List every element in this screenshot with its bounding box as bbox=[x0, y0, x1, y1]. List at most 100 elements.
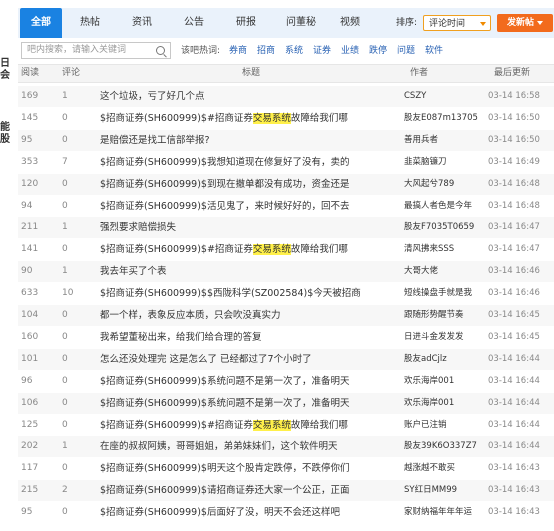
author-link[interactable]: 股友39K6O337Z7 bbox=[404, 436, 484, 457]
author-link[interactable]: CSZY bbox=[404, 86, 484, 107]
table-row[interactable]: 215 2 $招商证券(SH600999)$请招商证券还大家一个公正，正面 SY红日M… bbox=[18, 480, 554, 502]
table-row[interactable]: 141 0 $招商证券(SH600999)$#招商证券交易系统故障给我们哪 清风拂来S… bbox=[18, 239, 554, 260]
author-link[interactable]: 日进斗金发发发 bbox=[404, 327, 484, 348]
author-link[interactable]: 股友E087m13705 bbox=[404, 108, 484, 129]
table-row[interactable]: 160 0 我希望董秘出来，给我们给合理的答复 日进斗金发发发 03-14 16:45 bbox=[18, 327, 554, 348]
table-row[interactable]: 106 0 $招商证券(SH600999)$系统问题不是第一次了，准备明天 欢乐海岸0… bbox=[18, 392, 554, 414]
hot-word-link[interactable]: 证券 bbox=[313, 38, 331, 64]
hot-word-link[interactable]: 软件 bbox=[425, 38, 443, 64]
table-row[interactable]: 101 0 怎么还没处理完 这是怎么了 已经都过了7个小时了 股友adCjlz 03-1… bbox=[18, 348, 554, 370]
post-title-link[interactable]: $招商证券(SH600999)$活见鬼了，来时候好好的，回不去 bbox=[100, 196, 400, 217]
author-link[interactable]: 最搞人者色是今年 bbox=[404, 196, 484, 217]
author-link[interactable]: 韭菜脑镰刀 bbox=[404, 152, 484, 173]
table-row[interactable]: 202 1 在座的叔叔阿姨，哥哥姐姐，弟弟妹妹们，这个软件明天 股友39K6O337Z… bbox=[18, 436, 554, 458]
hot-word-link[interactable]: 券商 bbox=[229, 38, 247, 64]
table-row[interactable]: 633 10 $招商证券(SH600999)$$西陇科学(SZ002584)$今天被… bbox=[18, 283, 554, 304]
table-row[interactable]: 353 7 $招商证券(SH600999)$我想知道现在修复好了没有，卖的 韭菜脑镰刀… bbox=[18, 152, 554, 173]
tab-announcements[interactable]: 公告 bbox=[176, 8, 212, 38]
post-title-link[interactable]: $招商证券(SH600999)$系统问题不是第一次了，准备明天 bbox=[100, 371, 400, 392]
author-link[interactable]: 清风拂来SSS bbox=[404, 239, 484, 260]
tab-hot-posts[interactable]: 热帖 bbox=[72, 8, 108, 38]
author-link[interactable]: 股友F7035T0659 bbox=[404, 217, 484, 238]
last-updated-time: 03-14 16:44 bbox=[488, 375, 540, 386]
post-title-link[interactable]: 这个垃圾，亏了好几个点 bbox=[100, 86, 400, 107]
tab-ask-secretary[interactable]: 问董秘 bbox=[276, 8, 326, 38]
left-side-strip: 日 会 能 股 bbox=[0, 0, 18, 531]
author-link[interactable]: 大哥大佬 bbox=[404, 261, 484, 282]
comment-count: 0 bbox=[62, 200, 68, 211]
table-row[interactable]: 211 1 强烈要求赔偿损失 股友F7035T0659 03-14 16:47 bbox=[18, 217, 554, 239]
post-title-link[interactable]: $招商证券(SH600999)$请招商证券还大家一个公正，正面 bbox=[100, 480, 400, 501]
author-link[interactable]: 家财纳福年年年运 bbox=[404, 502, 484, 523]
hot-word-link[interactable]: 跌停 bbox=[369, 38, 387, 64]
table-row[interactable]: 95 0 $招商证券(SH600999)$后面好了没，明天不会还这样吧 家财纳福年年年… bbox=[18, 502, 554, 523]
sort-dropdown[interactable]: 评论时间 bbox=[423, 15, 491, 31]
comment-count: 0 bbox=[62, 419, 68, 430]
hot-word-link[interactable]: 招商 bbox=[257, 38, 275, 64]
table-row[interactable]: 117 0 $招商证券(SH600999)$明天这个股肯定跌停，不跌停你们 越涨越不敢… bbox=[18, 458, 554, 479]
tab-news[interactable]: 资讯 bbox=[124, 8, 160, 38]
post-title-link[interactable]: $招商证券(SH600999)$后面好了没，明天不会还这样吧 bbox=[100, 502, 400, 523]
hot-word-link[interactable]: 业绩 bbox=[341, 38, 359, 64]
table-row[interactable]: 90 1 我去年买了个表 大哥大佬 03-14 16:46 bbox=[18, 261, 554, 283]
post-title-link[interactable]: $招商证券(SH600999)$系统问题不是第一次了，准备明天 bbox=[100, 393, 400, 414]
post-title-link[interactable]: $招商证券(SH600999)$明天这个股肯定跌停，不跌停你们 bbox=[100, 458, 400, 479]
post-title-link[interactable]: $招商证券(SH600999)$#招商证券交易系统故障给我们哪 bbox=[100, 415, 400, 436]
post-title-text: 故障给我们哪 bbox=[290, 419, 348, 431]
post-title-link[interactable]: 我希望董秘出来，给我们给合理的答复 bbox=[100, 327, 400, 348]
author-link[interactable]: 善用兵者 bbox=[404, 130, 484, 151]
post-title-text: 故障给我们哪 bbox=[290, 112, 348, 124]
search-highlight: 交易系统 bbox=[252, 112, 291, 124]
new-post-button[interactable]: 发新帖 bbox=[497, 14, 553, 32]
post-title-text: $招商证券(SH600999)$#招商证券 bbox=[100, 419, 253, 431]
search-icon[interactable] bbox=[156, 46, 165, 55]
last-updated-time: 03-14 16:49 bbox=[488, 156, 540, 167]
read-count: 94 bbox=[21, 200, 33, 211]
table-row[interactable]: 96 0 $招商证券(SH600999)$系统问题不是第一次了，准备明天 欢乐海岸00… bbox=[18, 371, 554, 392]
post-title-link[interactable]: 在座的叔叔阿姨，哥哥姐姐，弟弟妹妹们，这个软件明天 bbox=[100, 436, 400, 457]
last-updated-time: 03-14 16:48 bbox=[488, 178, 540, 189]
author-link[interactable]: 欢乐海岸001 bbox=[404, 371, 484, 392]
table-row[interactable]: 94 0 $招商证券(SH600999)$活见鬼了，来时候好好的，回不去 最搞人者色是… bbox=[18, 196, 554, 217]
author-link[interactable]: 越涨越不敢买 bbox=[404, 458, 484, 479]
post-title-text: $招商证券(SH600999)$系统问题不是第一次了，准备明天 bbox=[100, 397, 350, 409]
post-title-link[interactable]: $招商证券(SH600999)$到现在撤单都没有成功，资金还是 bbox=[100, 174, 400, 195]
post-title-link[interactable]: $招商证券(SH600999)$#招商证券交易系统故障给我们哪 bbox=[100, 108, 400, 129]
table-row[interactable]: 104 0 都一个样，表象反应本质，只会吹没真实力 跟随形势醒节奏 03-14 16:4… bbox=[18, 305, 554, 326]
tab-research[interactable]: 研报 bbox=[228, 8, 264, 38]
post-title-link[interactable]: 我去年买了个表 bbox=[100, 261, 400, 282]
hot-word-link[interactable]: 问题 bbox=[397, 38, 415, 64]
post-title-link[interactable]: $招商证券(SH600999)$我想知道现在修复好了没有，卖的 bbox=[100, 152, 400, 173]
author-link[interactable]: 跟随形势醒节奏 bbox=[404, 305, 484, 326]
post-title-link[interactable]: $招商证券(SH600999)$#招商证券交易系统故障给我们哪 bbox=[100, 239, 400, 260]
tab-video[interactable]: 视频 bbox=[332, 8, 368, 38]
table-row[interactable]: 95 0 是赔偿还是找工信部举报? 善用兵者 03-14 16:50 bbox=[18, 129, 554, 151]
author-link[interactable]: SY红日MM99 bbox=[404, 480, 484, 501]
author-link[interactable]: 账户已注销 bbox=[404, 415, 484, 436]
table-row[interactable]: 145 0 $招商证券(SH600999)$#招商证券交易系统故障给我们哪 股友E08… bbox=[18, 108, 554, 129]
author-link[interactable]: 欢乐海岸001 bbox=[404, 393, 484, 414]
post-title-link[interactable]: 强烈要求赔偿损失 bbox=[100, 217, 400, 238]
read-count: 120 bbox=[21, 178, 39, 189]
author-link[interactable]: 短线操盘手就是我 bbox=[404, 283, 484, 304]
post-title-link[interactable]: 都一个样，表象反应本质，只会吹没真实力 bbox=[100, 305, 400, 326]
left-strip-char: 股 bbox=[0, 134, 10, 145]
tab-all[interactable]: 全部 bbox=[20, 8, 62, 38]
search-highlight: 交易系统 bbox=[252, 419, 291, 431]
table-row[interactable]: 120 0 $招商证券(SH600999)$到现在撤单都没有成功，资金还是 大风起兮7… bbox=[18, 173, 554, 195]
last-updated-time: 03-14 16:47 bbox=[488, 222, 540, 233]
post-title-link[interactable]: $招商证券(SH600999)$$西陇科学(SZ002584)$今天被招商 bbox=[100, 283, 400, 304]
post-title-link[interactable]: 怎么还没处理完 这是怎么了 已经都过了7个小时了 bbox=[100, 349, 400, 370]
table-row[interactable]: 125 0 $招商证券(SH600999)$#招商证券交易系统故障给我们哪 账户已注销… bbox=[18, 415, 554, 436]
read-count: 633 bbox=[21, 288, 39, 299]
table-row[interactable]: 169 1 这个垃圾，亏了好几个点 CSZY 03-14 16:58 bbox=[18, 86, 554, 107]
post-title-text: $招商证券(SH600999)$系统问题不是第一次了，准备明天 bbox=[100, 375, 350, 387]
author-link[interactable]: 股友adCjlz bbox=[404, 349, 484, 370]
author-link[interactable]: 大风起兮789 bbox=[404, 174, 484, 195]
last-updated-time: 03-14 16:43 bbox=[488, 485, 540, 496]
post-title-link[interactable]: 是赔偿还是找工信部举报? bbox=[100, 130, 400, 151]
comment-count: 0 bbox=[62, 178, 68, 189]
search-input[interactable]: 吧内搜索，请输入关键词 bbox=[21, 42, 171, 59]
hot-word-link[interactable]: 系统 bbox=[285, 38, 303, 64]
forum-tab-bar: 全部 热帖 资讯 公告 研报 问董秘 视频 排序: 评论时间 发新帖 bbox=[18, 8, 554, 38]
